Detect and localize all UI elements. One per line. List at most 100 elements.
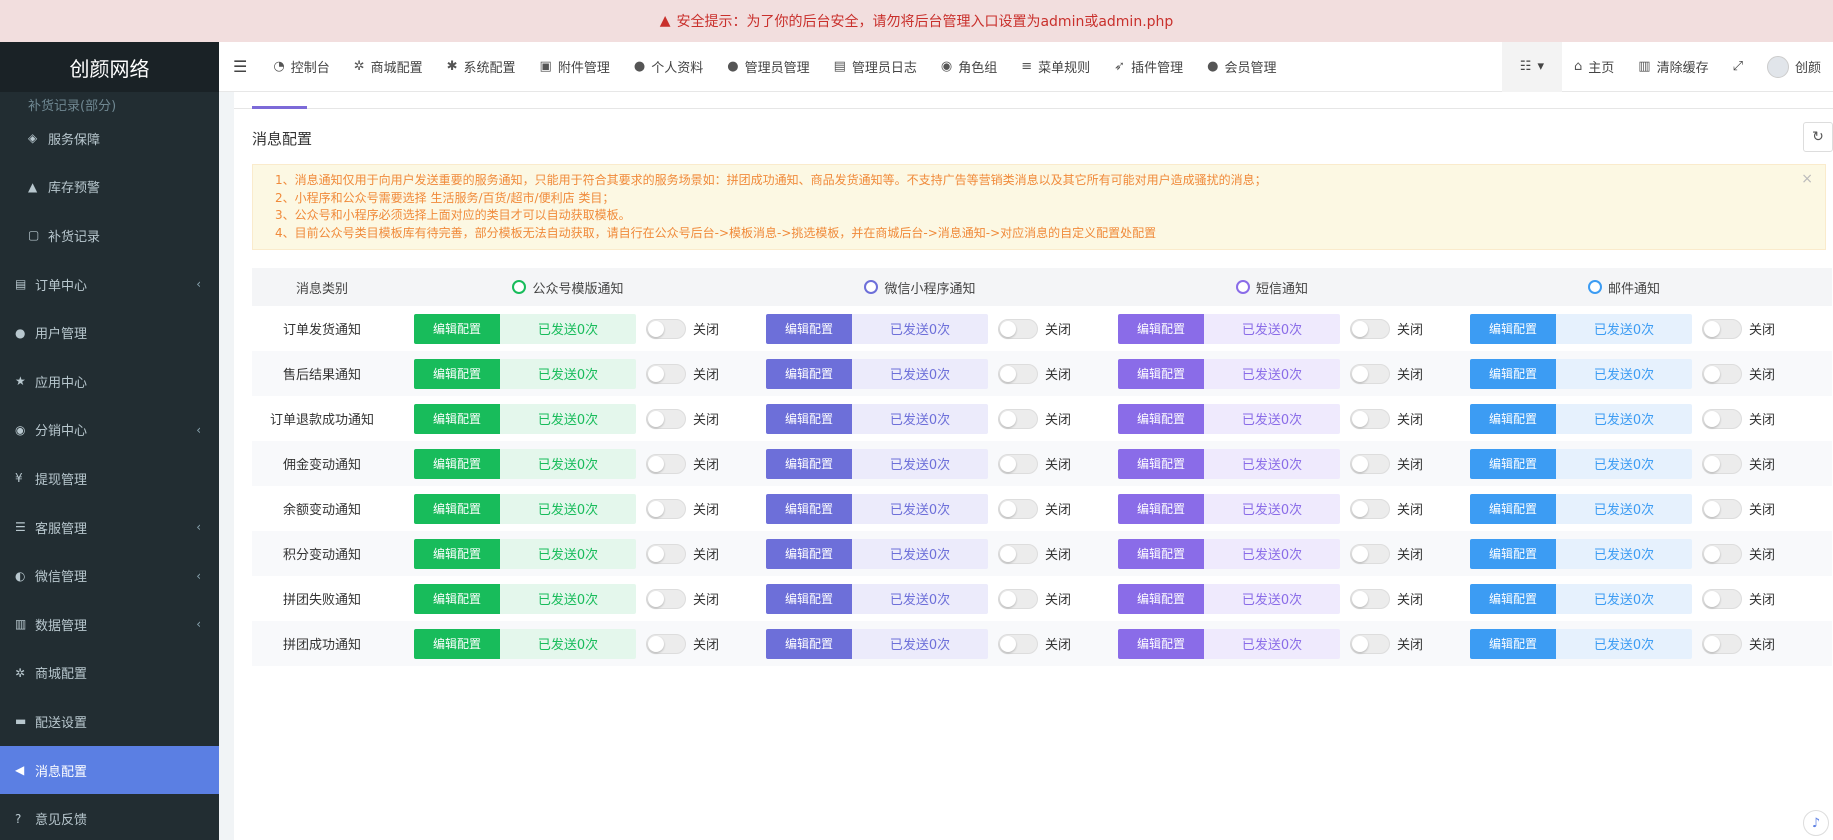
edit-config-button[interactable]: 编辑配置 [1470, 493, 1556, 524]
sidebar-item[interactable]: ● 用户管理 [0, 308, 219, 357]
brand-logo[interactable]: 创颜网络 [0, 42, 219, 92]
edit-config-button[interactable]: 编辑配置 [1118, 538, 1204, 569]
edit-config-button[interactable]: 编辑配置 [766, 493, 852, 524]
sidebar-item[interactable]: ★ 应用中心 [0, 357, 219, 406]
enable-toggle[interactable] [1702, 318, 1742, 339]
edit-config-button[interactable]: 编辑配置 [766, 313, 852, 344]
enable-toggle[interactable] [646, 363, 686, 384]
bell-icon[interactable]: ♪ [1803, 810, 1829, 836]
enable-toggle[interactable] [998, 633, 1038, 654]
enable-toggle[interactable] [998, 318, 1038, 339]
enable-toggle[interactable] [646, 498, 686, 519]
sidebar-item[interactable]: ☰ 客服管理 ‹ [0, 503, 219, 552]
edit-config-button[interactable]: 编辑配置 [1470, 628, 1556, 659]
top-nav-item[interactable]: ➶ 插件管理 [1102, 42, 1195, 92]
enable-toggle[interactable] [1350, 318, 1390, 339]
edit-config-button[interactable]: 编辑配置 [414, 538, 500, 569]
edit-config-button[interactable]: 编辑配置 [766, 583, 852, 614]
top-nav-item[interactable]: ⌂ 主页 [1562, 42, 1626, 92]
enable-toggle[interactable] [1350, 408, 1390, 429]
enable-toggle[interactable] [998, 543, 1038, 564]
edit-config-button[interactable]: 编辑配置 [414, 358, 500, 389]
sidebar-item[interactable]: ▤ 订单中心 ‹ [0, 260, 219, 309]
enable-toggle[interactable] [1702, 588, 1742, 609]
edit-config-button[interactable]: 编辑配置 [414, 448, 500, 479]
fullscreen-button[interactable]: ⤢ [1721, 42, 1755, 92]
edit-config-button[interactable]: 编辑配置 [1118, 403, 1204, 434]
user-menu[interactable]: 创颜 [1755, 42, 1833, 92]
enable-toggle[interactable] [646, 633, 686, 654]
edit-config-button[interactable]: 编辑配置 [1470, 538, 1556, 569]
enable-toggle[interactable] [1702, 498, 1742, 519]
enable-toggle[interactable] [998, 588, 1038, 609]
top-nav-item[interactable]: ● 个人资料 [622, 42, 715, 92]
enable-toggle[interactable] [1702, 543, 1742, 564]
sidebar-item[interactable]: ◐ 微信管理 ‹ [0, 551, 219, 600]
enable-toggle[interactable] [1350, 498, 1390, 519]
edit-config-button[interactable]: 编辑配置 [414, 628, 500, 659]
enable-toggle[interactable] [998, 363, 1038, 384]
top-nav-item[interactable]: ▥ 清除缓存 [1626, 42, 1720, 92]
edit-config-button[interactable]: 编辑配置 [414, 493, 500, 524]
refresh-button[interactable]: ↻ [1803, 122, 1833, 152]
edit-config-button[interactable]: 编辑配置 [414, 403, 500, 434]
sidebar-item[interactable]: ¥ 提现管理 [0, 454, 219, 503]
edit-config-button[interactable]: 编辑配置 [1118, 493, 1204, 524]
top-nav-item[interactable]: ◔ 控制台 [261, 42, 341, 92]
enable-toggle[interactable] [1350, 543, 1390, 564]
enable-toggle[interactable] [1702, 633, 1742, 654]
top-nav-item[interactable]: ▤ 管理员日志 [822, 42, 929, 92]
edit-config-button[interactable]: 编辑配置 [414, 583, 500, 614]
edit-config-button[interactable]: 编辑配置 [1118, 448, 1204, 479]
edit-config-button[interactable]: 编辑配置 [1470, 403, 1556, 434]
top-nav-item[interactable]: ✱ 系统配置 [435, 42, 528, 92]
edit-config-button[interactable]: 编辑配置 [1470, 313, 1556, 344]
sidebar-item[interactable]: ▲ 库存预警 [0, 163, 219, 212]
sidebar-item[interactable]: ✲ 商城配置 [0, 649, 219, 698]
enable-toggle[interactable] [1350, 633, 1390, 654]
enable-toggle[interactable] [998, 453, 1038, 474]
enable-toggle[interactable] [1350, 453, 1390, 474]
enable-toggle[interactable] [646, 318, 686, 339]
sidebar-item[interactable]: ◈ 服务保障 [0, 114, 219, 163]
enable-toggle[interactable] [646, 453, 686, 474]
edit-config-button[interactable]: 编辑配置 [766, 538, 852, 569]
edit-config-button[interactable]: 编辑配置 [1470, 358, 1556, 389]
enable-toggle[interactable] [998, 498, 1038, 519]
edit-config-button[interactable]: 编辑配置 [766, 403, 852, 434]
edit-config-button[interactable]: 编辑配置 [1118, 628, 1204, 659]
enable-toggle[interactable] [1702, 453, 1742, 474]
close-icon[interactable]: × [1801, 171, 1813, 189]
edit-config-button[interactable]: 编辑配置 [1470, 583, 1556, 614]
enable-toggle[interactable] [646, 588, 686, 609]
edit-config-button[interactable]: 编辑配置 [414, 313, 500, 344]
enable-toggle[interactable] [1350, 588, 1390, 609]
edit-config-button[interactable]: 编辑配置 [1118, 313, 1204, 344]
top-nav-item[interactable]: ▣ 附件管理 [528, 42, 622, 92]
sidebar-item[interactable]: ▬ 配送设置 [0, 697, 219, 746]
enable-toggle[interactable] [1702, 408, 1742, 429]
edit-config-button[interactable]: 编辑配置 [766, 358, 852, 389]
nav-dropdown-button[interactable]: ☷ ▾ [1501, 41, 1562, 92]
top-nav-item[interactable]: ● 管理员管理 [715, 42, 821, 92]
edit-config-button[interactable]: 编辑配置 [766, 628, 852, 659]
sidebar-item[interactable]: ▥ 数据管理 ‹ [0, 600, 219, 649]
top-nav-item[interactable]: ◉ 角色组 [929, 42, 1009, 92]
top-nav-item[interactable]: ● 会员管理 [1195, 42, 1288, 92]
top-nav-item[interactable]: ≡ 菜单规则 [1009, 42, 1102, 92]
edit-config-button[interactable]: 编辑配置 [766, 448, 852, 479]
sidebar-item[interactable]: ◉ 分销中心 ‹ [0, 406, 219, 455]
sidebar-item[interactable]: ? 意见反馈 [0, 794, 219, 840]
enable-toggle[interactable] [646, 543, 686, 564]
sidebar-item[interactable]: 补货记录(部分) [0, 92, 219, 114]
sidebar-item[interactable]: ◀ 消息配置 [0, 745, 219, 795]
enable-toggle[interactable] [646, 408, 686, 429]
enable-toggle[interactable] [1702, 363, 1742, 384]
edit-config-button[interactable]: 编辑配置 [1470, 448, 1556, 479]
edit-config-button[interactable]: 编辑配置 [1118, 358, 1204, 389]
menu-toggle-button[interactable]: ☰ [219, 42, 261, 92]
sidebar-item[interactable]: ▢ 补货记录 [0, 211, 219, 260]
edit-config-button[interactable]: 编辑配置 [1118, 583, 1204, 614]
enable-toggle[interactable] [1350, 363, 1390, 384]
top-nav-item[interactable]: ✲ 商城配置 [342, 42, 435, 92]
